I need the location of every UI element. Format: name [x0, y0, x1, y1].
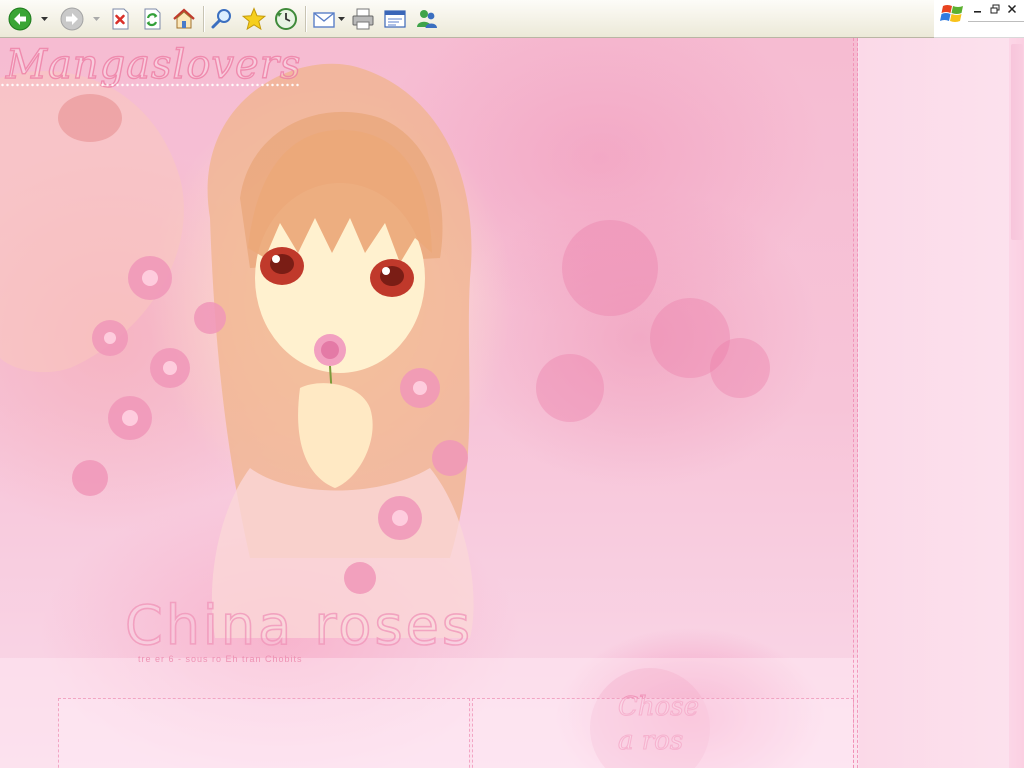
window-corner [934, 0, 1024, 38]
search-button[interactable] [208, 5, 236, 33]
header-artwork: Mangaslovers China roses tre er 6 - sous… [0, 38, 858, 768]
close-icon [1007, 4, 1017, 14]
printer-icon [352, 8, 374, 30]
forward-button[interactable] [58, 5, 86, 33]
star-icon [242, 7, 266, 31]
banner-credit: tre er 6 - sous ro Eh tran Chobits [138, 654, 303, 664]
edit-page-icon [384, 10, 406, 28]
forward-dropdown-chevron-icon[interactable] [93, 16, 100, 22]
minimize-icon [974, 11, 981, 13]
mail-button[interactable] [310, 5, 338, 33]
history-button[interactable] [272, 5, 300, 33]
print-button[interactable] [349, 5, 377, 33]
stop-icon [112, 8, 129, 30]
anime-girl-illustration [0, 63, 858, 768]
dashed-border [857, 38, 858, 768]
restore-button[interactable] [988, 2, 1002, 16]
history-icon [275, 8, 297, 30]
restore-icon [990, 4, 1000, 14]
content-panel-right [472, 698, 854, 768]
back-dropdown-chevron-icon[interactable] [41, 16, 48, 22]
close-button[interactable] [1005, 2, 1019, 16]
right-margin [859, 38, 1024, 768]
dashed-border [853, 38, 854, 768]
edit-button[interactable] [381, 5, 409, 33]
search-icon [211, 9, 231, 29]
favorites-button[interactable] [240, 5, 268, 33]
dotted-divider [0, 82, 300, 88]
back-button[interactable] [6, 5, 34, 33]
refresh-icon [144, 8, 161, 30]
stop-button[interactable] [106, 5, 134, 33]
minimize-button[interactable] [971, 2, 985, 16]
mail-icon [313, 12, 335, 28]
home-icon [173, 8, 195, 29]
back-arrow-icon [8, 7, 32, 31]
address-line [968, 21, 1024, 22]
banner-title: China roses [124, 593, 473, 658]
home-button[interactable] [170, 5, 198, 33]
messenger-button[interactable] [413, 5, 441, 33]
refresh-button[interactable] [138, 5, 166, 33]
scrollbar-thumb[interactable] [1011, 44, 1023, 240]
forward-arrow-icon [60, 7, 84, 31]
toolbar-separator [203, 6, 204, 32]
browser-toolbar [0, 0, 934, 38]
content-panel-left [58, 698, 470, 768]
messenger-icon [417, 10, 437, 28]
web-page: Mangaslovers China roses tre er 6 - sous… [0, 38, 1024, 768]
mail-dropdown-chevron-icon[interactable] [338, 16, 345, 22]
toolbar-separator [305, 6, 306, 32]
windows-logo-icon [940, 5, 963, 22]
